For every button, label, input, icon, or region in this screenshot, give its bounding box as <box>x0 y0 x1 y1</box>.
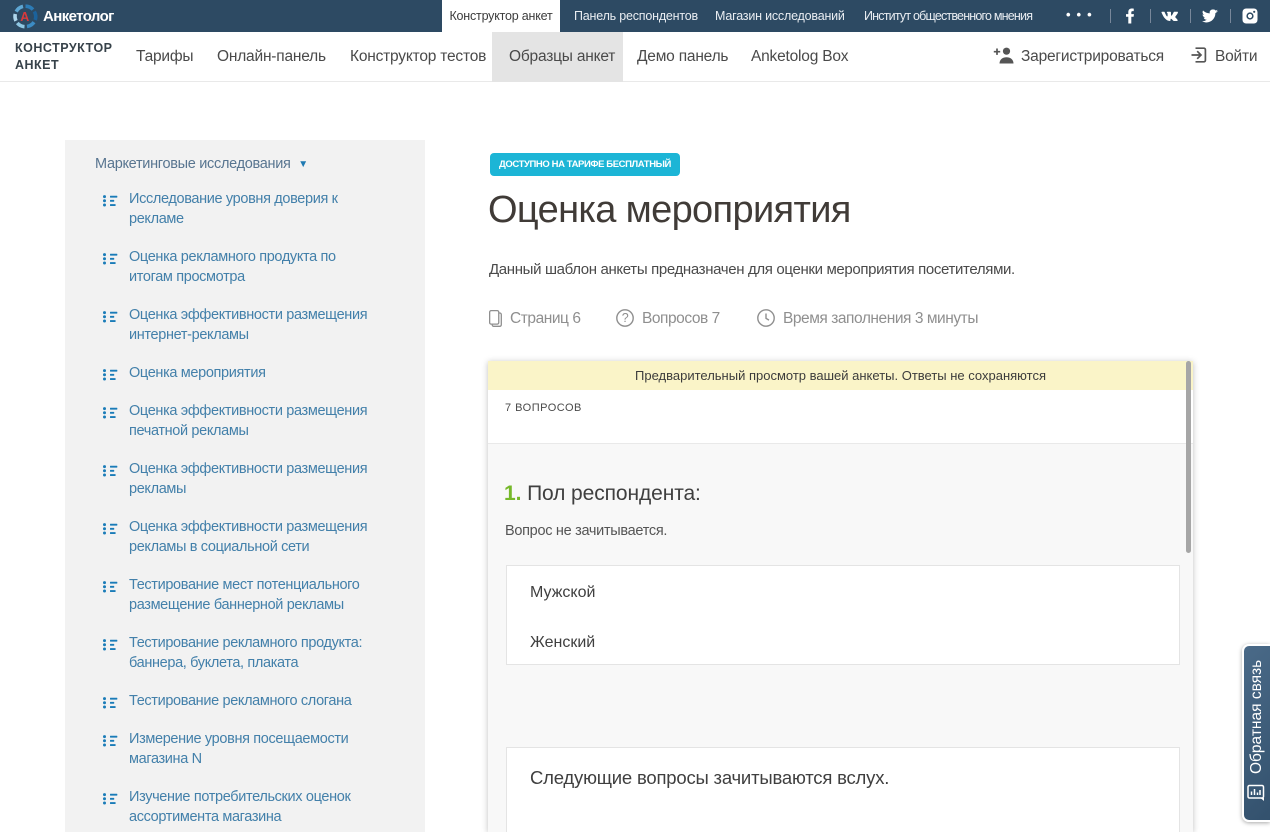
svg-text:?: ? <box>622 311 629 325</box>
svg-text:A: A <box>20 10 29 24</box>
